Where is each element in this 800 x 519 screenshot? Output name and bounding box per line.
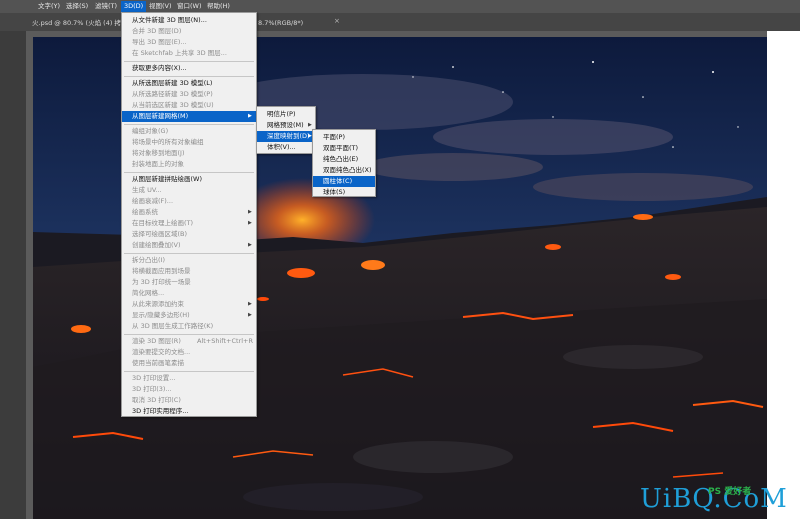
menu-item-3d-print-utilities[interactable]: 3D 打印实用程序... — [122, 406, 256, 417]
menu-item-paint-falloff[interactable]: 绘画衰减(F)... — [122, 196, 256, 207]
vertical-ruler — [26, 31, 33, 519]
menu-item-unify-scene[interactable]: 为 3D 打印统一场景 — [122, 277, 256, 288]
submenu-mesh-from-layer: 明信片(P) 网格预设(M) ▶ 深度映射到(D) ▶ 体积(V)... — [256, 106, 316, 154]
menu-item-3d-model-from-layer[interactable]: 从所选图层新建 3D 模型(L) — [122, 78, 256, 89]
menu-item-3d-print[interactable]: 3D 打印(3)... — [122, 384, 256, 395]
close-icon[interactable]: × — [334, 17, 340, 25]
menu-help[interactable]: 帮助(H) — [207, 2, 230, 11]
menu-item-3d-model-from-selection[interactable]: 从当前选区新建 3D 模型(U) — [122, 100, 256, 111]
menu-item-group-all-objects[interactable]: 将场景中的所有对象编组 — [122, 137, 256, 148]
dropdown-3d-menu: 从文件新建 3D 图层(N)... 合并 3D 图层(D) 导出 3D 图层(E… — [121, 12, 257, 417]
menu-3d[interactable]: 3D(D) — [121, 1, 147, 12]
menu-item-paint-overlay[interactable]: 创建绘图叠加(V) ▶ — [122, 240, 256, 251]
site-watermark: UiBQ.CoM PS 爱好者 — [640, 484, 792, 516]
menu-separator — [124, 124, 254, 125]
menu-item-volume[interactable]: 体积(V)... — [257, 142, 315, 153]
submenu-arrow-icon: ▶ — [248, 113, 252, 119]
menu-separator — [124, 172, 254, 173]
menu-bar: 文字(Y) 选择(S) 滤镜(T) 3D(D) 视图(V) 窗口(W) 帮助(H… — [0, 0, 800, 13]
menu-item-export-3d-layer[interactable]: 导出 3D 图层(E)... — [122, 37, 256, 48]
submenu-arrow-icon: ▶ — [248, 301, 252, 307]
menu-item-3d-print-settings[interactable]: 3D 打印设置... — [122, 373, 256, 384]
menu-view[interactable]: 视图(V) — [149, 2, 172, 11]
submenu-arrow-icon: ▶ — [248, 209, 252, 215]
menu-item-split-extrusion[interactable]: 拆分凸出(I) — [122, 255, 256, 266]
menu-item-render-document[interactable]: 渲染要提交的文档... — [122, 347, 256, 358]
shortcut-text: Alt+Shift+Ctrl+R — [197, 337, 253, 345]
menu-item-plane[interactable]: 平面(P) — [313, 132, 375, 143]
document-tab-zoom[interactable]: 8.7%(RGB/8*) — [258, 15, 303, 31]
menu-separator — [124, 76, 254, 77]
menu-item-two-sided-plane[interactable]: 双面平面(T) — [313, 143, 375, 154]
menu-separator — [124, 371, 254, 372]
menu-item-share-sketchfab[interactable]: 在 Sketchfab 上共享 3D 图层... — [122, 48, 256, 59]
menu-separator — [124, 253, 254, 254]
menu-item-depth-map[interactable]: 深度映射到(D) ▶ — [257, 131, 315, 142]
menu-select[interactable]: 选择(S) — [66, 2, 88, 11]
menu-item-show-hide-polygons[interactable]: 显示/隐藏多边形(H) ▶ — [122, 310, 256, 321]
menu-item-apply-cross-section[interactable]: 将横截面应用到场景 — [122, 266, 256, 277]
submenu-depth-map: 平面(P) 双面平面(T) 纯色凸出(E) 双面纯色凸出(X) 圆柱体(C) 球… — [312, 129, 376, 197]
menu-item-tiled-painting[interactable]: 从图层新建拼贴绘画(W) — [122, 174, 256, 185]
menu-item-cylinder[interactable]: 圆柱体(C) — [313, 176, 375, 187]
watermark-subtext: PS 爱好者 — [708, 487, 752, 497]
submenu-arrow-icon: ▶ — [248, 312, 252, 318]
menu-separator — [124, 334, 254, 335]
menu-item-solid-extrusion[interactable]: 纯色凸出(E) — [313, 154, 375, 165]
menu-item-snap-to-ground[interactable]: 封装地面上的对象 — [122, 159, 256, 170]
menu-item-new-3d-layer-from-file[interactable]: 从文件新建 3D 图层(N)... — [122, 15, 256, 26]
menu-item-mesh-presets[interactable]: 网格预设(M) ▶ — [257, 120, 315, 131]
menu-item-sphere[interactable]: 球体(S) — [313, 187, 375, 198]
menu-item-group-objects[interactable]: 编组对象(G) — [122, 126, 256, 137]
menu-item-postcard[interactable]: 明信片(P) — [257, 109, 315, 120]
menu-item-add-constraint[interactable]: 从此来源添加约束 ▶ — [122, 299, 256, 310]
submenu-arrow-icon: ▶ — [248, 220, 252, 226]
menu-item-select-paintable[interactable]: 选择可绘画区域(B) — [122, 229, 256, 240]
menu-item-two-sided-solid-extrusion[interactable]: 双面纯色凸出(X) — [313, 165, 375, 176]
menu-item-simplify-mesh[interactable]: 简化网格... — [122, 288, 256, 299]
menu-item-generate-uv[interactable]: 生成 UV... — [122, 185, 256, 196]
menu-filter[interactable]: 滤镜(T) — [95, 2, 117, 11]
workspace-background — [0, 31, 26, 519]
menu-separator — [124, 61, 254, 62]
menu-type[interactable]: 文字(Y) — [38, 2, 60, 11]
document-tab-bar: 火.psd @ 80.7% (火焰 (4) 拷 8.7%(RGB/8*) × — [0, 13, 800, 31]
submenu-arrow-icon: ▶ — [248, 242, 252, 248]
menu-item-3d-model-from-path[interactable]: 从所选路径新建 3D 模型(P) — [122, 89, 256, 100]
menu-window[interactable]: 窗口(W) — [177, 2, 202, 11]
menu-item-cancel-3d-print[interactable]: 取消 3D 打印(C) — [122, 395, 256, 406]
menu-item-mesh-from-layer[interactable]: 从图层新建网格(M) ▶ — [122, 111, 256, 122]
menu-item-merge-3d-layers[interactable]: 合并 3D 图层(D) — [122, 26, 256, 37]
menu-item-move-to-ground[interactable]: 将对象移到地面(J) — [122, 148, 256, 159]
document-tab-title[interactable]: 火.psd @ 80.7% (火焰 (4) 拷 — [32, 15, 121, 31]
menu-item-paint-on-target[interactable]: 在目标纹理上绘画(T) ▶ — [122, 218, 256, 229]
menu-item-get-more-content[interactable]: 获取更多内容(X)... — [122, 63, 256, 74]
menu-item-render-3d-layer[interactable]: 渲染 3D 图层(R) Alt+Shift+Ctrl+R — [122, 336, 256, 347]
menu-item-sketch-brush[interactable]: 使用当前画笔素描 — [122, 358, 256, 369]
menu-item-paint-system[interactable]: 绘画系统 ▶ — [122, 207, 256, 218]
menu-item-work-path[interactable]: 从 3D 图层生成工作路径(K) — [122, 321, 256, 332]
